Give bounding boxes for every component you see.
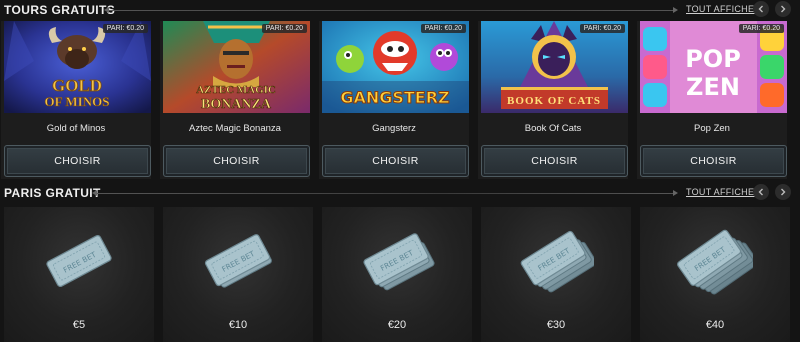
bet-amount: €40 xyxy=(705,319,725,331)
header-divider xyxy=(92,190,678,196)
free-spins-header: TOURS GRATUITS TOUT AFFICHER xyxy=(0,0,800,20)
svg-text:AZTEC MAGIC: AZTEC MAGIC xyxy=(196,84,276,96)
chevron-right-icon xyxy=(781,5,786,13)
svg-text:ZEN: ZEN xyxy=(686,73,740,101)
svg-text:BONANZA: BONANZA xyxy=(201,97,272,112)
bet-amount: €20 xyxy=(387,319,407,331)
choose-button[interactable]: CHOISIR xyxy=(163,145,310,177)
free-bets-header: PARIS GRATUIT TOUT AFFICHER xyxy=(0,183,800,203)
see-all-link[interactable]: TOUT AFFICHER xyxy=(686,4,761,14)
game-card-pop-zen[interactable]: POP ZEN PARI: €0.20 Pop Zen CHOISIR xyxy=(637,21,787,179)
prev-button[interactable] xyxy=(753,184,769,200)
bet-badge: PARI: €0.20 xyxy=(420,24,466,33)
svg-text:BOOK OF CATS: BOOK OF CATS xyxy=(507,95,601,107)
free-bet-card-10[interactable]: FREE BET €10 xyxy=(163,207,313,342)
game-name: Pop Zen xyxy=(694,123,730,134)
section-title: TOURS GRATUITS xyxy=(4,3,116,17)
game-thumbnail[interactable]: POP ZEN PARI: €0.20 xyxy=(640,21,787,113)
game-card-gold-of-minos[interactable]: GOLD OF MINOS PARI: €0.20 Gold of Minos … xyxy=(1,21,151,179)
game-card-aztec-magic-bonanza[interactable]: AZTEC MAGIC BONANZA PARI: €0.20 Aztec Ma… xyxy=(160,21,310,179)
svg-text:OF MINOS: OF MINOS xyxy=(45,94,110,109)
bet-amount: €5 xyxy=(72,319,86,331)
header-divider xyxy=(104,7,678,13)
game-thumbnail[interactable]: GANGSTERZ PARI: €0.20 xyxy=(322,21,469,113)
choose-button[interactable]: CHOISIR xyxy=(640,145,787,177)
prev-button[interactable] xyxy=(753,1,769,17)
bet-badge: PARI: €0.20 xyxy=(579,24,625,33)
free-bet-card-40[interactable]: FREE BET €40 xyxy=(640,207,790,342)
game-name: Gangsterz xyxy=(372,123,416,134)
bet-amount: €10 xyxy=(228,319,248,331)
next-button[interactable] xyxy=(775,184,791,200)
svg-text:POP: POP xyxy=(685,45,741,73)
see-all-link[interactable]: TOUT AFFICHER xyxy=(686,187,761,197)
free-bet-card-20[interactable]: FREE BET €20 xyxy=(322,207,472,342)
section-title: PARIS GRATUIT xyxy=(4,186,101,200)
chevron-right-icon xyxy=(781,188,786,196)
bet-badge: PARI: €0.20 xyxy=(102,24,148,33)
free-bet-card-5[interactable]: FREE BET €5 xyxy=(4,207,154,342)
next-button[interactable] xyxy=(775,1,791,17)
game-card-gangsterz[interactable]: GANGSTERZ PARI: €0.20 Gangsterz CHOISIR xyxy=(319,21,469,179)
game-name: Aztec Magic Bonanza xyxy=(189,123,281,134)
bet-badge: PARI: €0.20 xyxy=(738,24,784,33)
free-bet-card-30[interactable]: FREE BET €30 xyxy=(481,207,631,342)
game-name: Book Of Cats xyxy=(524,123,582,134)
free-bet-ticket-icon: FREE BET xyxy=(677,225,753,297)
free-bet-ticket-icon: FREE BET xyxy=(518,225,594,297)
free-bet-ticket-icon: FREE BET xyxy=(200,225,276,297)
bet-amount: €30 xyxy=(546,319,566,331)
choose-button[interactable]: CHOISIR xyxy=(322,145,469,177)
svg-text:GANGSTERZ: GANGSTERZ xyxy=(340,88,449,107)
svg-text:GOLD: GOLD xyxy=(52,76,102,95)
game-thumbnail[interactable]: BOOK OF CATS PARI: €0.20 xyxy=(481,21,628,113)
choose-button[interactable]: CHOISIR xyxy=(4,145,151,177)
chevron-left-icon xyxy=(758,5,763,13)
game-thumbnail[interactable]: AZTEC MAGIC BONANZA PARI: €0.20 xyxy=(163,21,310,113)
choose-button[interactable]: CHOISIR xyxy=(481,145,628,177)
bet-badge: PARI: €0.20 xyxy=(261,24,307,33)
game-thumbnail[interactable]: GOLD OF MINOS PARI: €0.20 xyxy=(4,21,151,113)
free-bet-ticket-icon: FREE BET xyxy=(41,225,117,297)
game-name: Gold of Minos xyxy=(46,123,106,134)
free-bet-ticket-icon: FREE BET xyxy=(359,225,435,297)
chevron-left-icon xyxy=(758,188,763,196)
game-card-book-of-cats[interactable]: BOOK OF CATS PARI: €0.20 Book Of Cats CH… xyxy=(478,21,628,179)
